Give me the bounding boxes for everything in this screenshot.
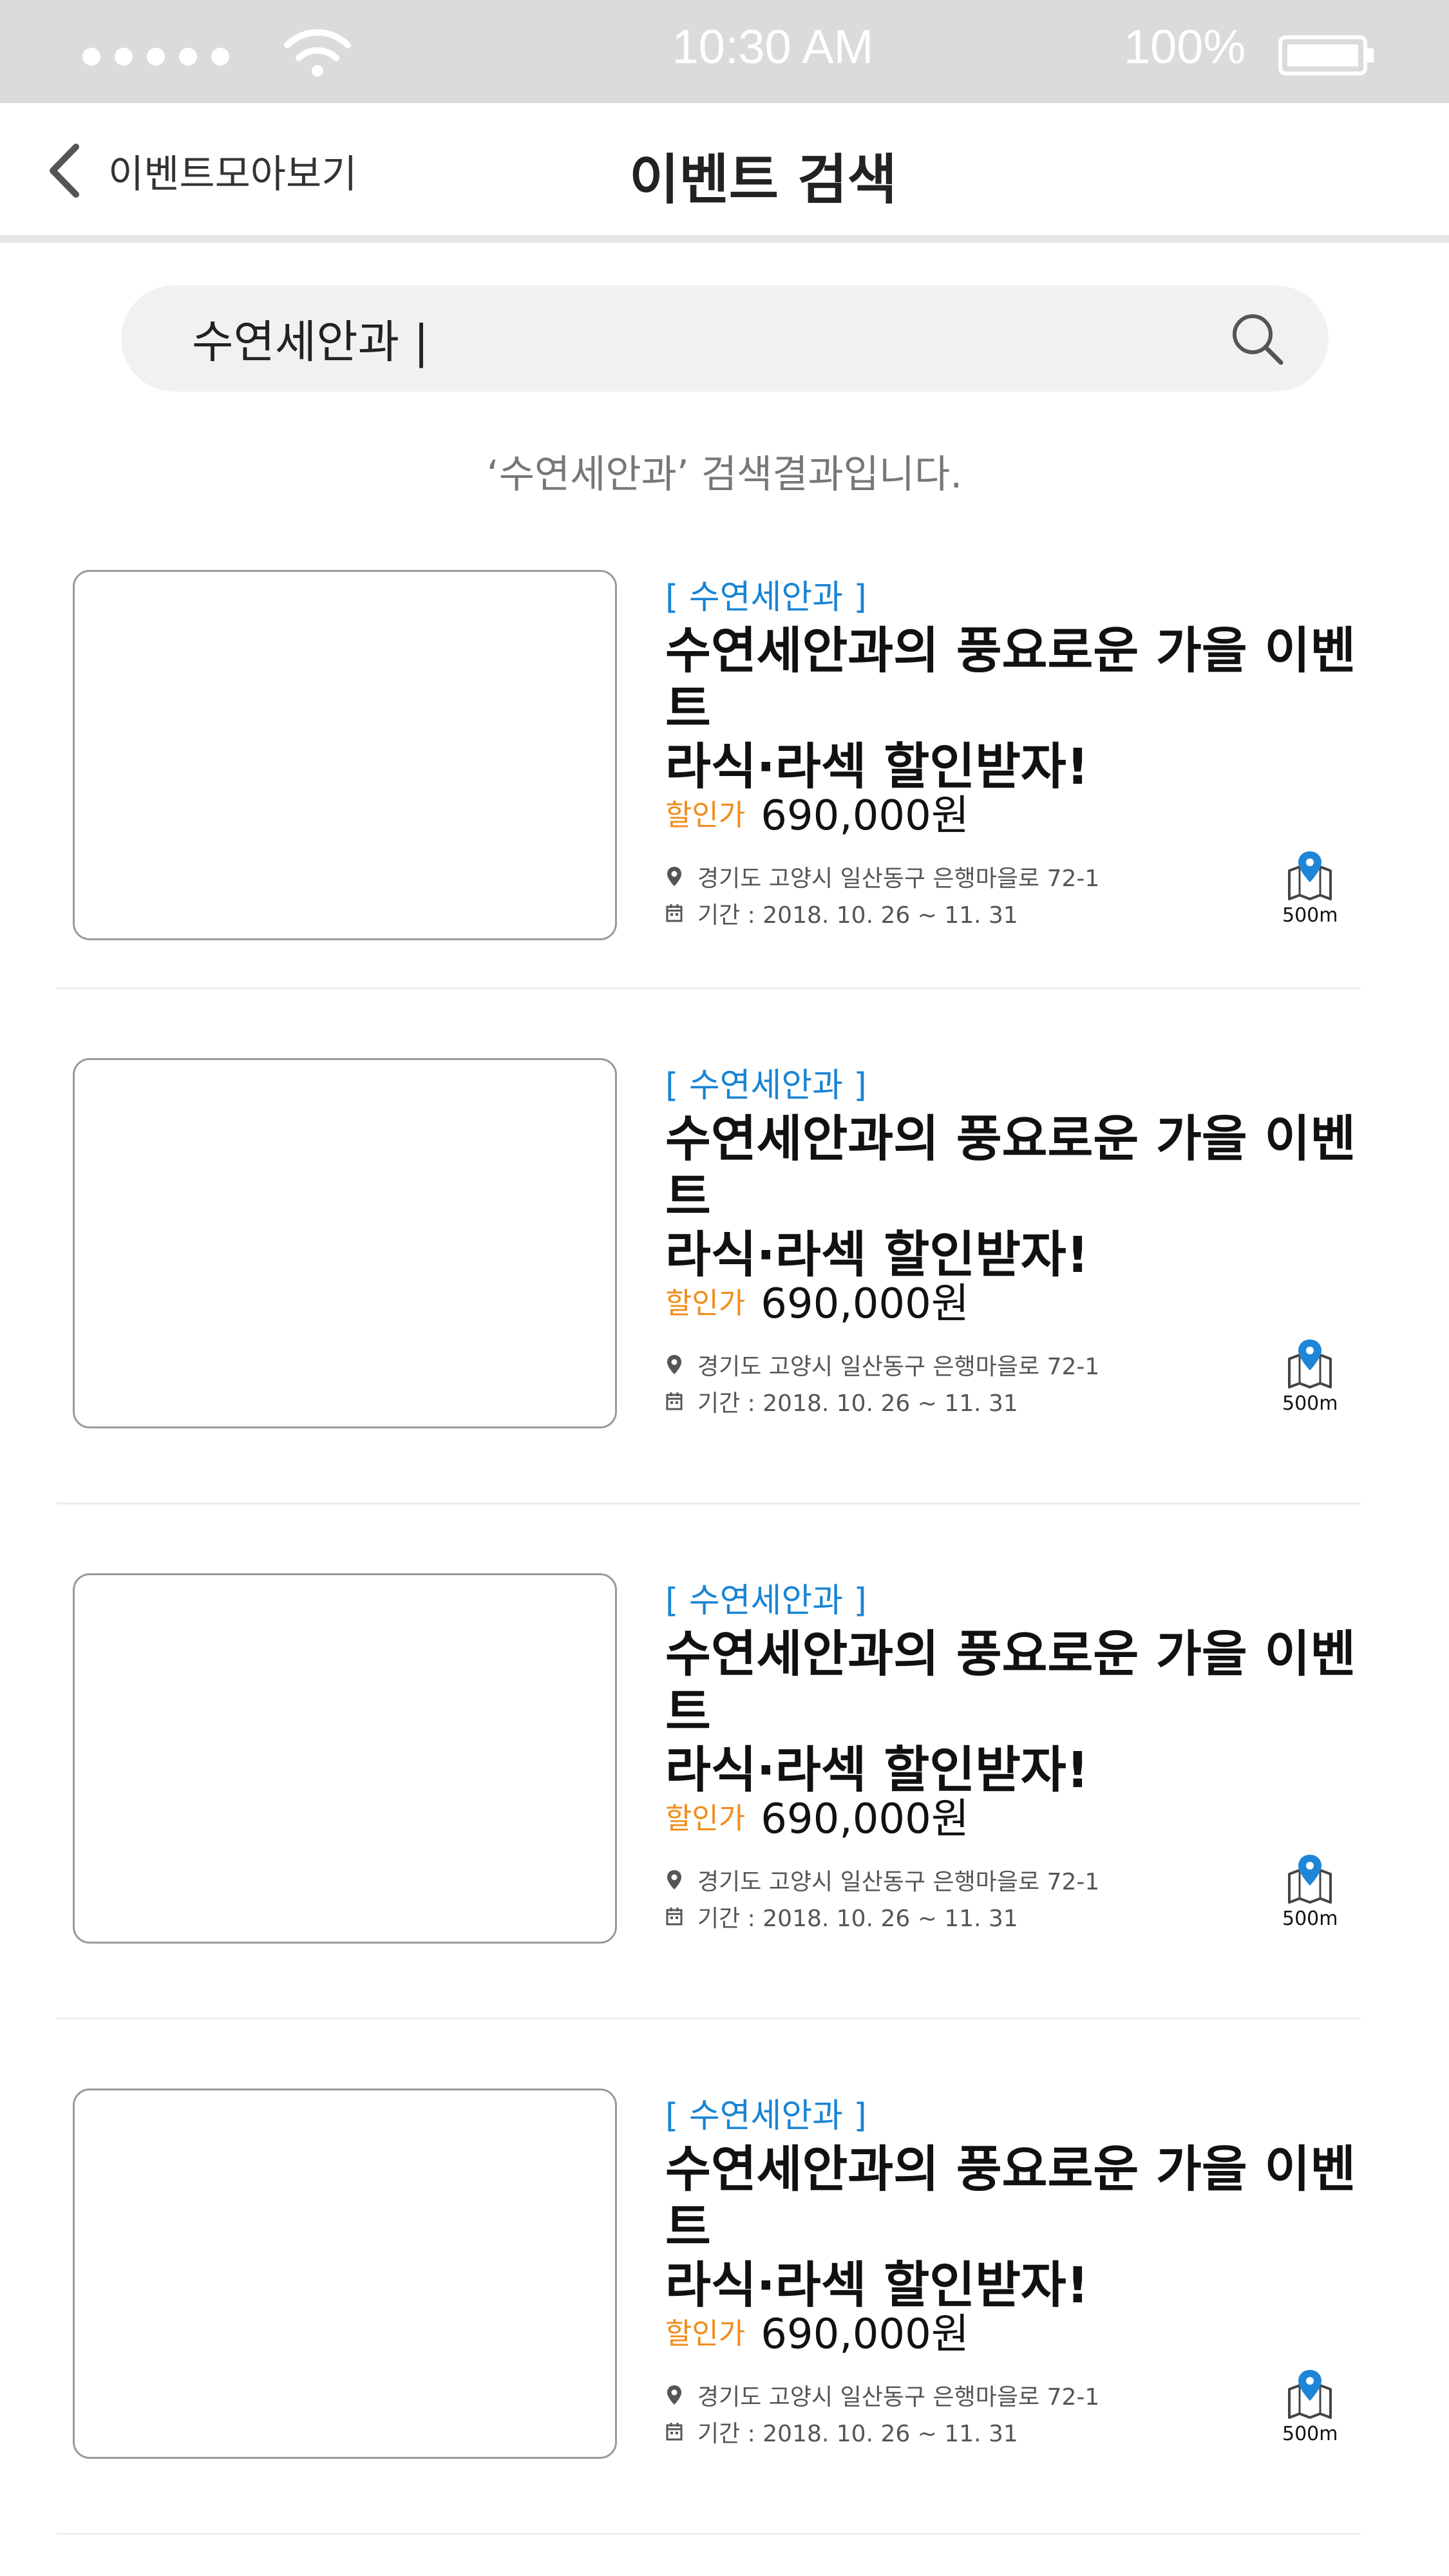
map-pin-icon — [1287, 1340, 1332, 1388]
map-pin-icon — [1287, 2370, 1332, 2419]
event-period: 기간 : 2018. 10. 26 ~ 11. 31 — [665, 896, 1018, 930]
price-row: 할인가 690,000원 — [665, 1271, 969, 1330]
event-hospital-tag: [ 수연세안과 ] — [665, 2097, 867, 2136]
event-period-text: 기간 : 2018. 10. 26 ~ 11. 31 — [697, 902, 1018, 929]
event-thumbnail[interactable] — [73, 570, 617, 940]
event-title-line-1: 수연세안과의 풍요로운 가을 이벤트 — [665, 1626, 1356, 1741]
distance-label: 500m — [1282, 1908, 1338, 1930]
event-address-text: 경기도 고양시 일산동구 은행마을로 72-1 — [697, 1869, 1100, 1895]
event-period-text: 기간 : 2018. 10. 26 ~ 11. 31 — [697, 2421, 1018, 2447]
price-row: 할인가 690,000원 — [665, 2301, 969, 2360]
event-period: 기간 : 2018. 10. 26 ~ 11. 31 — [665, 2415, 1018, 2448]
search-input[interactable] — [192, 299, 1158, 377]
event-address: 경기도 고양시 일산동구 은행마을로 72-1 — [665, 2378, 1099, 2412]
location-pin-icon — [667, 1870, 681, 1889]
battery-percentage: 100% — [1124, 20, 1246, 73]
calendar-icon — [666, 2423, 683, 2441]
page-title: 이벤트 검색 — [629, 148, 897, 211]
event-hospital-tag: [ 수연세안과 ] — [665, 1582, 867, 1620]
calendar-icon — [666, 1392, 683, 1410]
status-bar: 10:30 AM 100% — [0, 0, 1449, 103]
event-title-line-1: 수연세안과의 풍요로운 가을 이벤트 — [665, 623, 1356, 738]
event-period-text: 기간 : 2018. 10. 26 ~ 11. 31 — [697, 1390, 1018, 1417]
discount-price-label: 할인가 — [665, 797, 746, 832]
map-distance-button[interactable]: 500m — [1282, 1853, 1338, 1930]
calendar-icon — [666, 1908, 683, 1926]
card-divider — [57, 987, 1361, 989]
search-icon[interactable] — [1229, 311, 1285, 366]
map-pin-icon — [1287, 1855, 1332, 1904]
event-address-text: 경기도 고양시 일산동구 은행마을로 72-1 — [697, 1354, 1100, 1380]
event-title[interactable]: 수연세안과의 풍요로운 가을 이벤트 라식·라섹 할인받자! — [665, 2141, 1361, 2315]
event-thumbnail[interactable] — [73, 1573, 617, 1944]
price-row: 할인가 690,000원 — [665, 1786, 969, 1845]
calendar-icon — [666, 904, 683, 922]
card-divider — [57, 1502, 1361, 1504]
event-address: 경기도 고양시 일산동구 은행마을로 72-1 — [665, 860, 1099, 893]
event-title[interactable]: 수연세안과의 풍요로운 가을 이벤트 라식·라섹 할인받자! — [665, 623, 1361, 797]
event-address: 경기도 고양시 일산동구 은행마을로 72-1 — [665, 1863, 1099, 1897]
event-price: 690,000원 — [761, 792, 969, 840]
event-price: 690,000원 — [761, 1795, 969, 1843]
event-period-text: 기간 : 2018. 10. 26 ~ 11. 31 — [697, 1906, 1018, 1932]
location-pin-icon — [667, 867, 681, 886]
event-title[interactable]: 수연세안과의 풍요로운 가을 이벤트 라식·라섹 할인받자! — [665, 1111, 1361, 1285]
discount-price-label: 할인가 — [665, 1801, 746, 1835]
event-period: 기간 : 2018. 10. 26 ~ 11. 31 — [665, 1900, 1018, 1933]
location-pin-icon — [667, 2385, 681, 2405]
search-result-message: ‘수연세안과’ 검색결과입니다. — [486, 452, 963, 497]
map-distance-button[interactable]: 500m — [1282, 850, 1338, 927]
map-distance-button[interactable]: 500m — [1282, 1338, 1338, 1415]
search-bar — [121, 285, 1329, 392]
distance-label: 500m — [1282, 1392, 1338, 1415]
event-title-line-1: 수연세안과의 풍요로운 가을 이벤트 — [665, 1111, 1356, 1226]
location-pin-icon — [667, 1355, 681, 1374]
battery-icon — [1278, 35, 1374, 75]
event-address: 경기도 고양시 일산동구 은행마을로 72-1 — [665, 1348, 1099, 1381]
event-hospital-tag: [ 수연세안과 ] — [665, 1066, 867, 1105]
discount-price-label: 할인가 — [665, 2316, 746, 2351]
event-price: 690,000원 — [761, 1280, 969, 1328]
event-period: 기간 : 2018. 10. 26 ~ 11. 31 — [665, 1385, 1018, 1418]
event-title-line-1: 수연세안과의 풍요로운 가을 이벤트 — [665, 2141, 1356, 2257]
map-distance-button[interactable]: 500m — [1282, 2369, 1338, 2445]
navigation-header: 이벤트모아보기 이벤트 검색 — [0, 103, 1449, 243]
event-thumbnail[interactable] — [73, 2088, 617, 2459]
event-thumbnail[interactable] — [73, 1058, 617, 1428]
distance-label: 500m — [1282, 2423, 1338, 2445]
event-price: 690,000원 — [761, 2311, 969, 2358]
event-hospital-tag: [ 수연세안과 ] — [665, 578, 867, 617]
event-address-text: 경기도 고양시 일산동구 은행마을로 72-1 — [697, 866, 1100, 892]
event-address-text: 경기도 고양시 일산동구 은행마을로 72-1 — [697, 2384, 1100, 2410]
distance-label: 500m — [1282, 904, 1338, 927]
price-row: 할인가 690,000원 — [665, 782, 969, 842]
discount-price-label: 할인가 — [665, 1285, 746, 1320]
card-divider — [57, 2533, 1361, 2535]
event-title[interactable]: 수연세안과의 풍요로운 가을 이벤트 라식·라섹 할인받자! — [665, 1626, 1361, 1800]
card-divider — [57, 2018, 1361, 2020]
map-pin-icon — [1287, 851, 1332, 900]
